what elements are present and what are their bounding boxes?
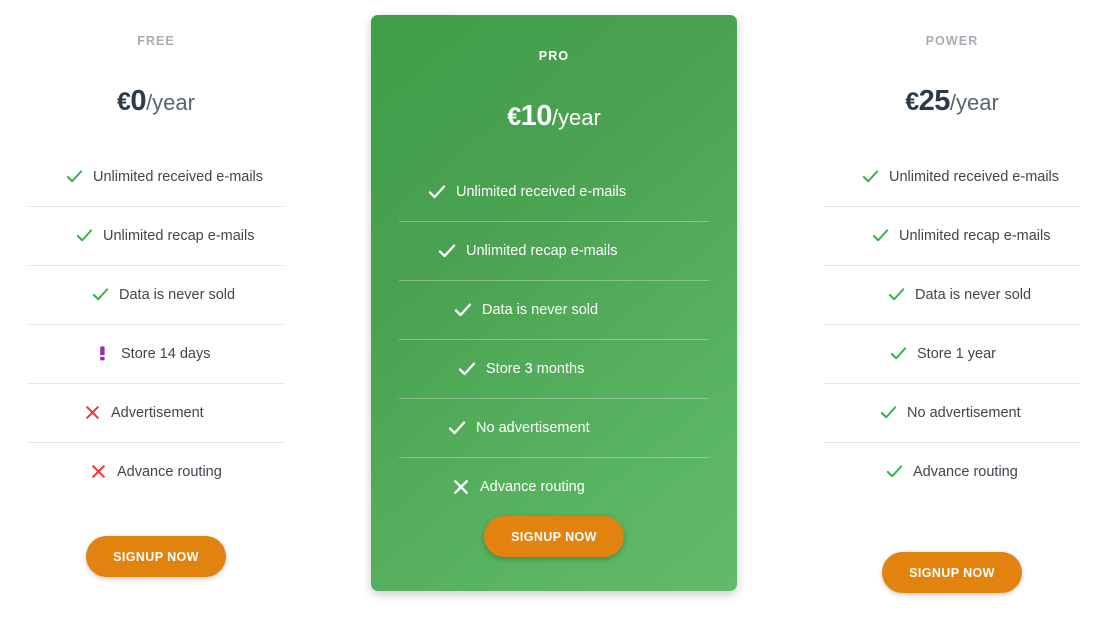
feature-label: Unlimited recap e-mails <box>899 227 1051 244</box>
price-period: /year <box>146 90 195 115</box>
check-icon <box>74 226 94 246</box>
feature-row: Unlimited recap e-mails <box>824 206 1080 265</box>
feature-row: Store 1 year <box>824 324 1080 383</box>
feature-row: Unlimited received e-mails <box>399 162 709 221</box>
feature-row: Advance routing <box>28 442 284 501</box>
feature-list: Unlimited received e-mails Unlimited rec… <box>371 162 737 516</box>
plan-price: €10/year <box>371 100 737 133</box>
feature-label: No advertisement <box>476 419 590 436</box>
check-icon <box>427 182 447 202</box>
feature-label: No advertisement <box>907 404 1021 421</box>
feature-row: Unlimited received e-mails <box>28 147 284 206</box>
feature-label: Unlimited received e-mails <box>456 183 627 200</box>
feature-label: Advance routing <box>913 463 1018 480</box>
feature-row: Unlimited received e-mails <box>824 147 1080 206</box>
feature-label: Advance routing <box>480 478 585 495</box>
check-icon <box>90 285 110 305</box>
check-icon <box>860 167 880 187</box>
warning-icon <box>92 344 112 364</box>
feature-row: Store 3 months <box>399 339 709 398</box>
pricing-table: FREE €0/year Unlimited received e-mails … <box>0 0 1108 631</box>
price-amount: 25 <box>918 85 951 117</box>
signup-button[interactable]: SIGNUP NOW <box>484 516 624 557</box>
check-icon <box>457 359 477 379</box>
feature-label: Store 3 months <box>486 360 585 377</box>
feature-row: Data is never sold <box>399 280 709 339</box>
feature-row: Unlimited recap e-mails <box>399 221 709 280</box>
check-icon <box>884 462 904 482</box>
feature-row: Store 14 days <box>28 324 284 383</box>
price-amount: 0 <box>130 85 147 117</box>
feature-row: Data is never sold <box>824 265 1080 324</box>
plan-price: €25/year <box>804 85 1100 118</box>
price-period: /year <box>551 105 601 130</box>
check-icon <box>447 418 467 438</box>
plan-card-free: FREE €0/year Unlimited received e-mails … <box>8 0 304 631</box>
signup-button-row: SIGNUP NOW <box>8 536 304 631</box>
check-icon <box>453 300 473 320</box>
cross-icon <box>451 477 471 497</box>
cross-icon <box>82 403 102 423</box>
check-icon <box>888 344 908 364</box>
feature-label: Unlimited recap e-mails <box>466 242 618 259</box>
price-currency: € <box>117 88 131 116</box>
feature-row: Advance routing <box>399 457 709 516</box>
check-icon <box>437 241 457 261</box>
check-icon <box>870 226 890 246</box>
plan-card-pro: PRO €10/year Unlimited received e-mails … <box>371 15 737 591</box>
feature-label: Data is never sold <box>915 286 1032 303</box>
signup-button-row: SIGNUP NOW <box>371 516 737 593</box>
feature-label: Advance routing <box>117 463 222 480</box>
plan-name: POWER <box>925 34 979 48</box>
feature-label: Store 1 year <box>917 345 996 362</box>
feature-label: Store 14 days <box>121 345 211 362</box>
signup-button[interactable]: SIGNUP NOW <box>882 552 1022 593</box>
check-icon <box>64 167 84 187</box>
check-icon <box>878 403 898 423</box>
price-currency: € <box>507 103 521 131</box>
feature-list: Unlimited received e-mails Unlimited rec… <box>8 147 304 501</box>
feature-label: Unlimited received e-mails <box>889 168 1060 185</box>
price-currency: € <box>905 88 919 116</box>
feature-label: Unlimited recap e-mails <box>103 227 255 244</box>
plan-price: €0/year <box>8 85 304 118</box>
feature-row: No advertisement <box>824 383 1080 442</box>
feature-label: Advertisement <box>111 404 204 421</box>
feature-row: Advance routing <box>824 442 1080 501</box>
feature-row: Unlimited recap e-mails <box>28 206 284 265</box>
cross-icon <box>88 462 108 482</box>
plan-name: PRO <box>538 49 570 63</box>
plan-card-power: POWER €25/year Unlimited received e-mail… <box>804 0 1100 631</box>
price-period: /year <box>949 90 999 115</box>
feature-row: Data is never sold <box>28 265 284 324</box>
check-icon <box>886 285 906 305</box>
signup-button-row: SIGNUP NOW <box>804 552 1100 631</box>
feature-row: Advertisement <box>28 383 284 442</box>
signup-button[interactable]: SIGNUP NOW <box>86 536 226 577</box>
feature-list: Unlimited received e-mails Unlimited rec… <box>804 147 1100 501</box>
price-amount: 10 <box>520 100 553 132</box>
feature-label: Unlimited received e-mails <box>93 168 264 185</box>
feature-row: No advertisement <box>399 398 709 457</box>
feature-label: Data is never sold <box>119 286 236 303</box>
plan-name: FREE <box>137 34 175 48</box>
feature-label: Data is never sold <box>482 301 599 318</box>
